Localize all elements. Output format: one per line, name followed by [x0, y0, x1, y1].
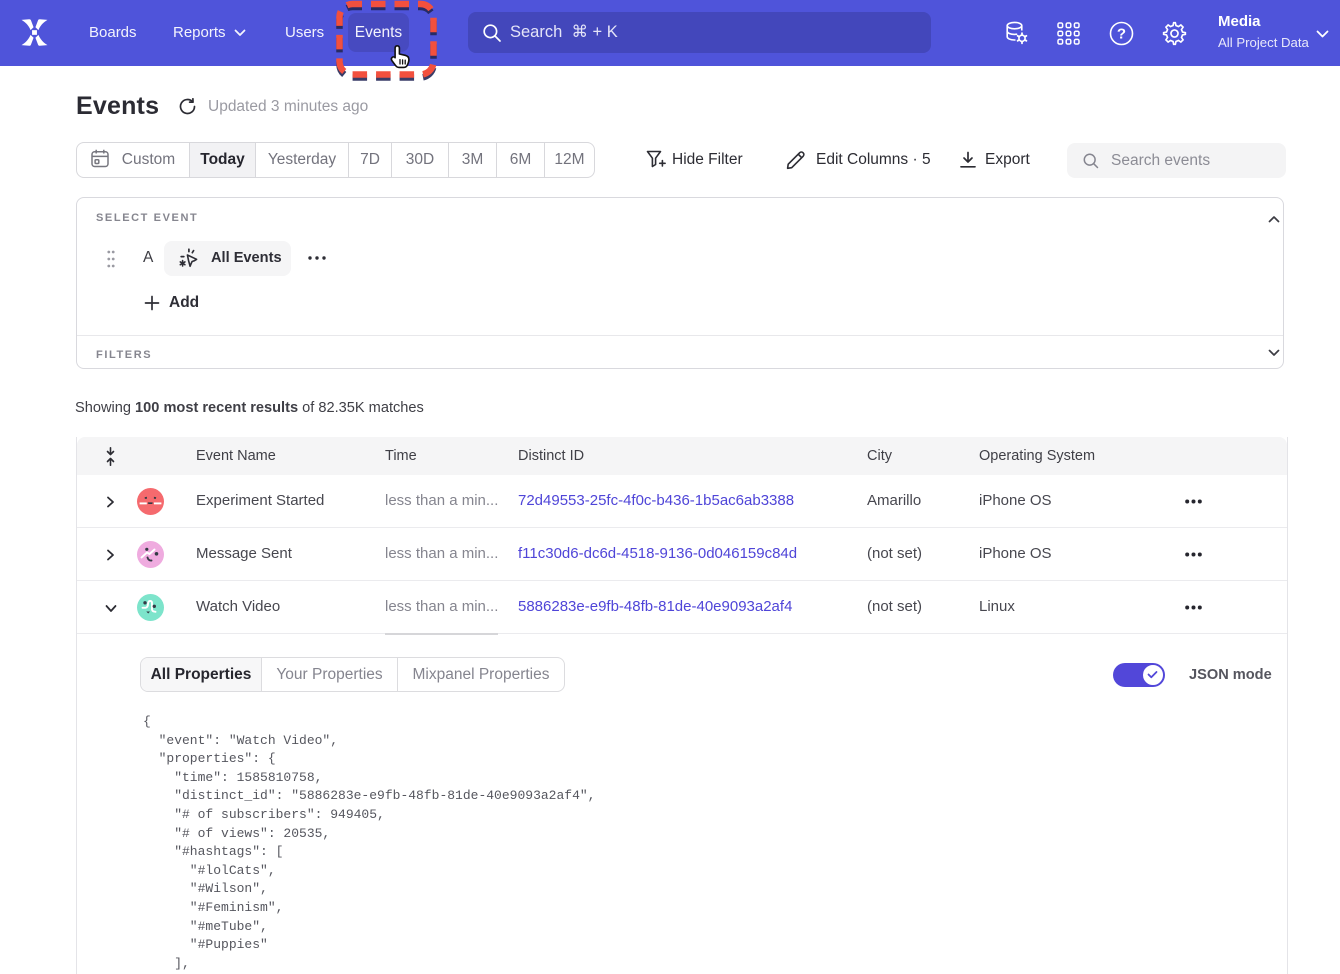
svg-text:?: ? — [1117, 25, 1126, 42]
